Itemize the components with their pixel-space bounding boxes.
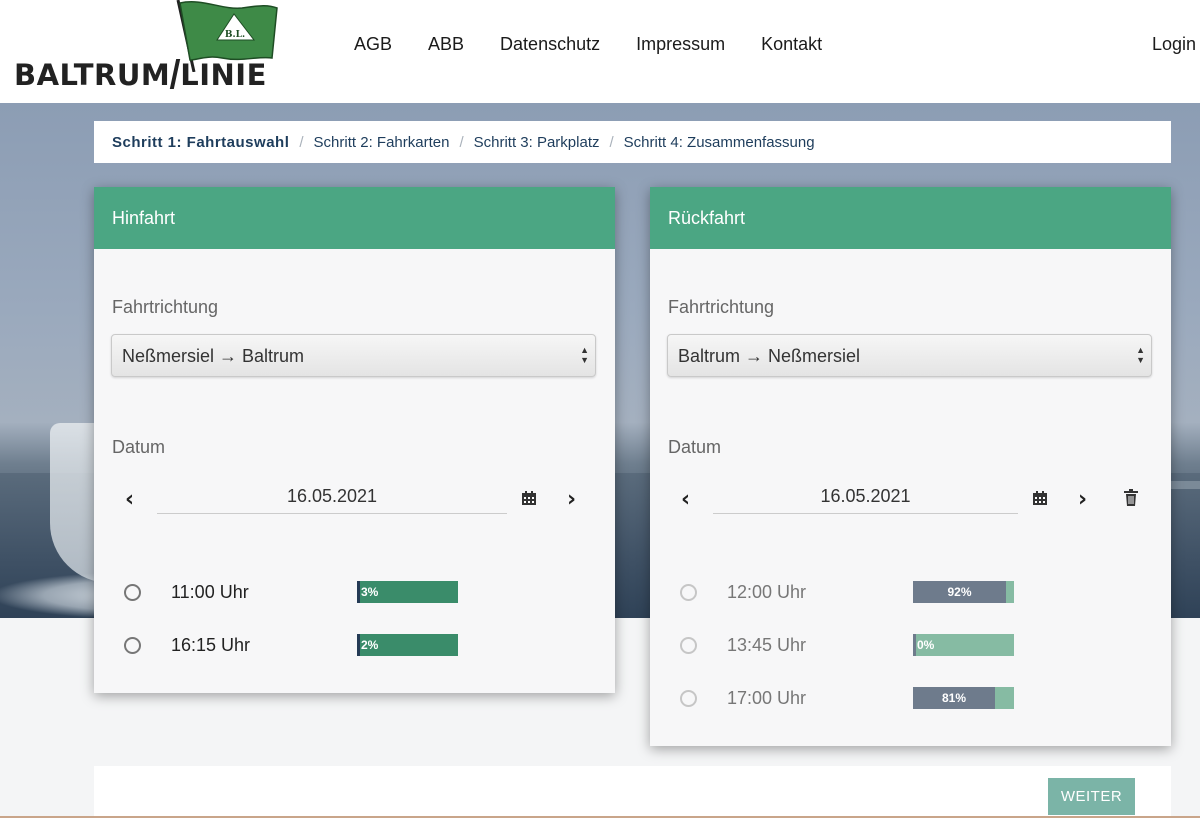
trip-time: 12:00 Uhr (727, 582, 807, 602)
occupancy-bar-used (357, 634, 360, 656)
occupancy-label: 0% (917, 638, 935, 652)
occupancy-bar: 81% (913, 687, 1014, 709)
breadcrumb: Schritt 1: Fahrtauswahl / Schritt 2: Fah… (94, 121, 1171, 163)
datum-label: Datum (112, 437, 166, 457)
hinfahrt-date-input[interactable]: 16.05.2021 (157, 480, 507, 514)
trip-time: 17:00 Uhr (727, 688, 807, 708)
trip-row[interactable]: 13:45 Uhr 0% (650, 631, 1171, 661)
rueckfahrt-prev-date-button[interactable]: ‹ (681, 487, 690, 512)
occupancy-bar-used (357, 581, 360, 603)
trip-row[interactable]: 16:15 Uhr 2% (94, 631, 615, 661)
breadcrumb-step-4[interactable]: Schritt 4: Zusammenfassung (624, 134, 815, 151)
nav-link-datenschutz[interactable]: Datenschutz (500, 34, 600, 55)
trip-row[interactable]: 12:00 Uhr 92% (650, 578, 1171, 608)
breadcrumb-separator: / (299, 133, 304, 151)
weiter-button[interactable]: WEITER (1048, 778, 1135, 815)
trip-row[interactable]: 17:00 Uhr 81% (650, 684, 1171, 714)
trip-radio[interactable] (680, 690, 697, 707)
breadcrumb-separator: / (459, 133, 464, 151)
hinfahrt-direction-value: Neßmersiel → Baltrum (122, 346, 305, 366)
occupancy-label: 2% (361, 638, 379, 652)
trip-row[interactable]: 11:00 Uhr 3% (94, 578, 615, 608)
occupancy-bar: 3% (357, 581, 458, 603)
login-link[interactable]: Login (1152, 34, 1196, 55)
occupancy-bar: 92% (913, 581, 1014, 603)
nav-link-impressum[interactable]: Impressum (636, 34, 725, 55)
actions-panel (94, 766, 1171, 818)
calendar-icon[interactable] (521, 490, 537, 506)
trip-radio[interactable] (124, 584, 141, 601)
calendar-icon[interactable] (1032, 490, 1048, 506)
hinfahrt-next-date-button[interactable]: › (567, 487, 576, 512)
occupancy-label: 81% (941, 691, 967, 705)
baltrum-linie-logo[interactable]: B.L. BALTRUM LINIE (12, 0, 292, 100)
trip-radio[interactable] (680, 584, 697, 601)
breadcrumb-step-3[interactable]: Schritt 3: Parkplatz (474, 134, 600, 151)
occupancy-bar: 2% (357, 634, 458, 656)
select-arrows-icon: ▲ ▼ (580, 345, 589, 365)
trip-time: 16:15 Uhr (171, 635, 251, 655)
rueckfahrt-title: Rückfahrt (650, 187, 1171, 249)
occupancy-bar: 0% (913, 634, 1014, 656)
trip-time: 13:45 Uhr (727, 635, 807, 655)
fahrtrichtung-label: Fahrtrichtung (668, 297, 775, 317)
rueckfahrt-direction-select[interactable]: Baltrum → Neßmersiel ▲ ▼ (667, 334, 1152, 377)
breadcrumb-step-1[interactable]: Schritt 1: Fahrtauswahl (112, 134, 289, 151)
nav-link-agb[interactable]: AGB (354, 34, 392, 55)
site-header: B.L. BALTRUM LINIE AGB ABB Datenschutz Im… (0, 0, 1200, 103)
breadcrumb-step-2[interactable]: Schritt 2: Fahrkarten (314, 134, 450, 151)
nav-link-abb[interactable]: ABB (428, 34, 464, 55)
occupancy-label: 92% (947, 585, 972, 599)
rueckfahrt-direction-value: Baltrum → Neßmersiel (678, 346, 861, 366)
logo-text: BALTRUM LINIE (14, 58, 267, 92)
trip-radio[interactable] (680, 637, 697, 654)
hinfahrt-prev-date-button[interactable]: ‹ (125, 487, 134, 512)
fahrtrichtung-label: Fahrtrichtung (112, 297, 219, 317)
main-nav: AGB ABB Datenschutz Impressum Kontakt (354, 34, 858, 55)
hinfahrt-title: Hinfahrt (94, 187, 615, 249)
rueckfahrt-card: Rückfahrt Fahrtrichtung Baltrum → Neßmer… (650, 187, 1171, 746)
logo-flag-text: B.L. (225, 30, 245, 40)
datum-label: Datum (668, 437, 722, 457)
occupancy-bar-used (913, 634, 916, 656)
rueckfahrt-next-date-button[interactable]: › (1078, 487, 1087, 512)
rueckfahrt-date-input[interactable]: 16.05.2021 (713, 480, 1018, 514)
select-arrows-icon: ▲ ▼ (1136, 345, 1145, 365)
nav-link-kontakt[interactable]: Kontakt (761, 34, 822, 55)
trash-icon[interactable] (1124, 489, 1138, 506)
trip-time: 11:00 Uhr (171, 582, 249, 602)
hinfahrt-direction-select[interactable]: Neßmersiel → Baltrum ▲ ▼ (111, 334, 596, 377)
breadcrumb-separator: / (609, 133, 614, 151)
trip-radio[interactable] (124, 637, 141, 654)
hinfahrt-card: Hinfahrt Fahrtrichtung Neßmersiel → Balt… (94, 187, 615, 693)
occupancy-label: 3% (361, 585, 379, 599)
